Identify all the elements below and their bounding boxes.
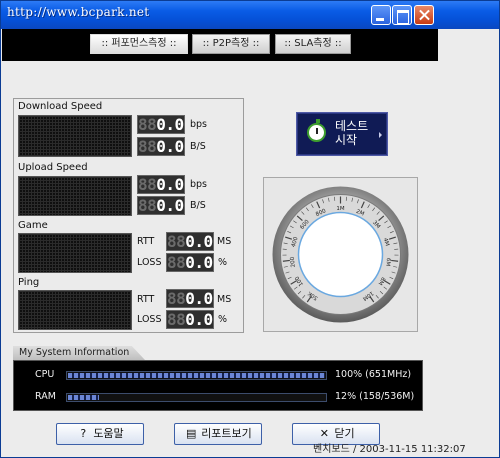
game-loss-unit: % [218, 257, 228, 268]
tab-p2p[interactable]: :: P2P측정 :: [192, 34, 270, 54]
upload-graph [18, 176, 132, 216]
upload-speed-label: Upload Speed [18, 162, 88, 173]
upload-bps-display: 880.0 [137, 175, 185, 194]
gauge-scale-label: 1M [336, 206, 344, 212]
start-test-label-line: 테스트 [335, 119, 369, 133]
gauge-face [297, 211, 384, 298]
ping-rtt-display: 880.0 [166, 289, 214, 308]
ram-usage-bar [66, 393, 327, 402]
cpu-value: 100% (651MHz) [335, 369, 412, 380]
ping-rtt-label: RTT [137, 294, 155, 305]
download-graph [18, 115, 132, 157]
game-label: Game [18, 220, 48, 231]
ping-label: Ping [18, 277, 40, 288]
stopwatch-icon [307, 119, 326, 142]
title-bar[interactable]: http://www.bcpark.net [1, 1, 499, 29]
download-bs-unit: B/S [190, 141, 206, 152]
speed-gauge-panel: 50K 100 200 400 600 800 1M 2M 3M 4M 6M 8M 10M [263, 177, 418, 332]
download-bps-unit: bps [190, 119, 208, 130]
help-button-label: 도움말 [93, 427, 124, 440]
game-loss-label: LOSS [137, 257, 162, 268]
report-icon: ▤ [185, 427, 197, 440]
upload-bs-unit: B/S [190, 200, 206, 211]
tab-performance[interactable]: :: 퍼포먼스측정 :: [90, 34, 188, 54]
start-test-button[interactable]: 테스트 시작 [296, 112, 388, 156]
ram-label: RAM [35, 391, 56, 402]
speed-gauge: 50K100200400600800 1M 2M3M4M6M8M10M [272, 186, 409, 323]
maximize-button[interactable] [392, 5, 412, 25]
download-bps-display: 880.0 [137, 115, 185, 134]
report-button-label: 리포트보기 [201, 427, 252, 440]
gauge-tick [282, 259, 290, 262]
tab-bar: :: 퍼포먼스측정 :: :: P2P측정 :: :: SLA측정 :: [2, 29, 438, 61]
window-title: http://www.bcpark.net [7, 5, 150, 19]
arrow-right-icon [379, 132, 382, 138]
game-rtt-display: 880.0 [166, 232, 214, 251]
start-test-label: 테스트 시작 [335, 119, 375, 147]
cpu-label: CPU [35, 369, 55, 380]
close-window-button[interactable] [414, 5, 434, 25]
game-rtt-unit: MS [217, 236, 232, 247]
download-bs-display: 880.0 [137, 137, 185, 156]
cpu-usage-fill [68, 373, 325, 378]
ping-loss-display: 880.0 [166, 310, 214, 329]
ping-loss-label: LOSS [137, 314, 162, 325]
start-test-label-line: 시작 [335, 133, 358, 147]
minimize-button[interactable] [371, 5, 391, 25]
gauge-tick [391, 259, 399, 262]
gauge-scale-label: 200 [290, 256, 297, 268]
app-window: http://www.bcpark.net :: 퍼포먼스측정 :: :: P2… [0, 0, 500, 458]
close-button-label: 닫기 [334, 427, 355, 440]
report-button[interactable]: ▤ 리포트보기 [174, 423, 262, 445]
help-icon: ? [80, 427, 87, 440]
ping-loss-unit: % [218, 314, 228, 325]
download-speed-label: Download Speed [18, 101, 103, 112]
watermark-caption: 벤치보드 / 2003-11-15 11:32:07 [313, 444, 466, 455]
ram-value: 12% (158/536M) [335, 391, 415, 402]
measure-panel: Download Speed 880.0 bps 880.0 B/S Uploa… [13, 98, 244, 333]
tab-sla[interactable]: :: SLA측정 :: [275, 34, 351, 54]
gauge-scale-label: 6M [384, 258, 391, 267]
system-info-title: My System Information [19, 347, 130, 358]
upload-bps-unit: bps [190, 179, 208, 190]
game-graph [18, 233, 132, 273]
system-info-panel: CPU 100% (651MHz) RAM 12% (158/536M) [13, 360, 423, 411]
ram-usage-fill [68, 395, 99, 400]
upload-bs-display: 880.0 [137, 196, 185, 215]
cpu-usage-bar [66, 371, 327, 380]
game-rtt-label: RTT [137, 236, 155, 247]
help-button[interactable]: ? 도움말 [56, 423, 144, 445]
ping-graph [18, 290, 132, 330]
ping-rtt-unit: MS [217, 294, 232, 305]
game-loss-display: 880.0 [166, 253, 214, 272]
